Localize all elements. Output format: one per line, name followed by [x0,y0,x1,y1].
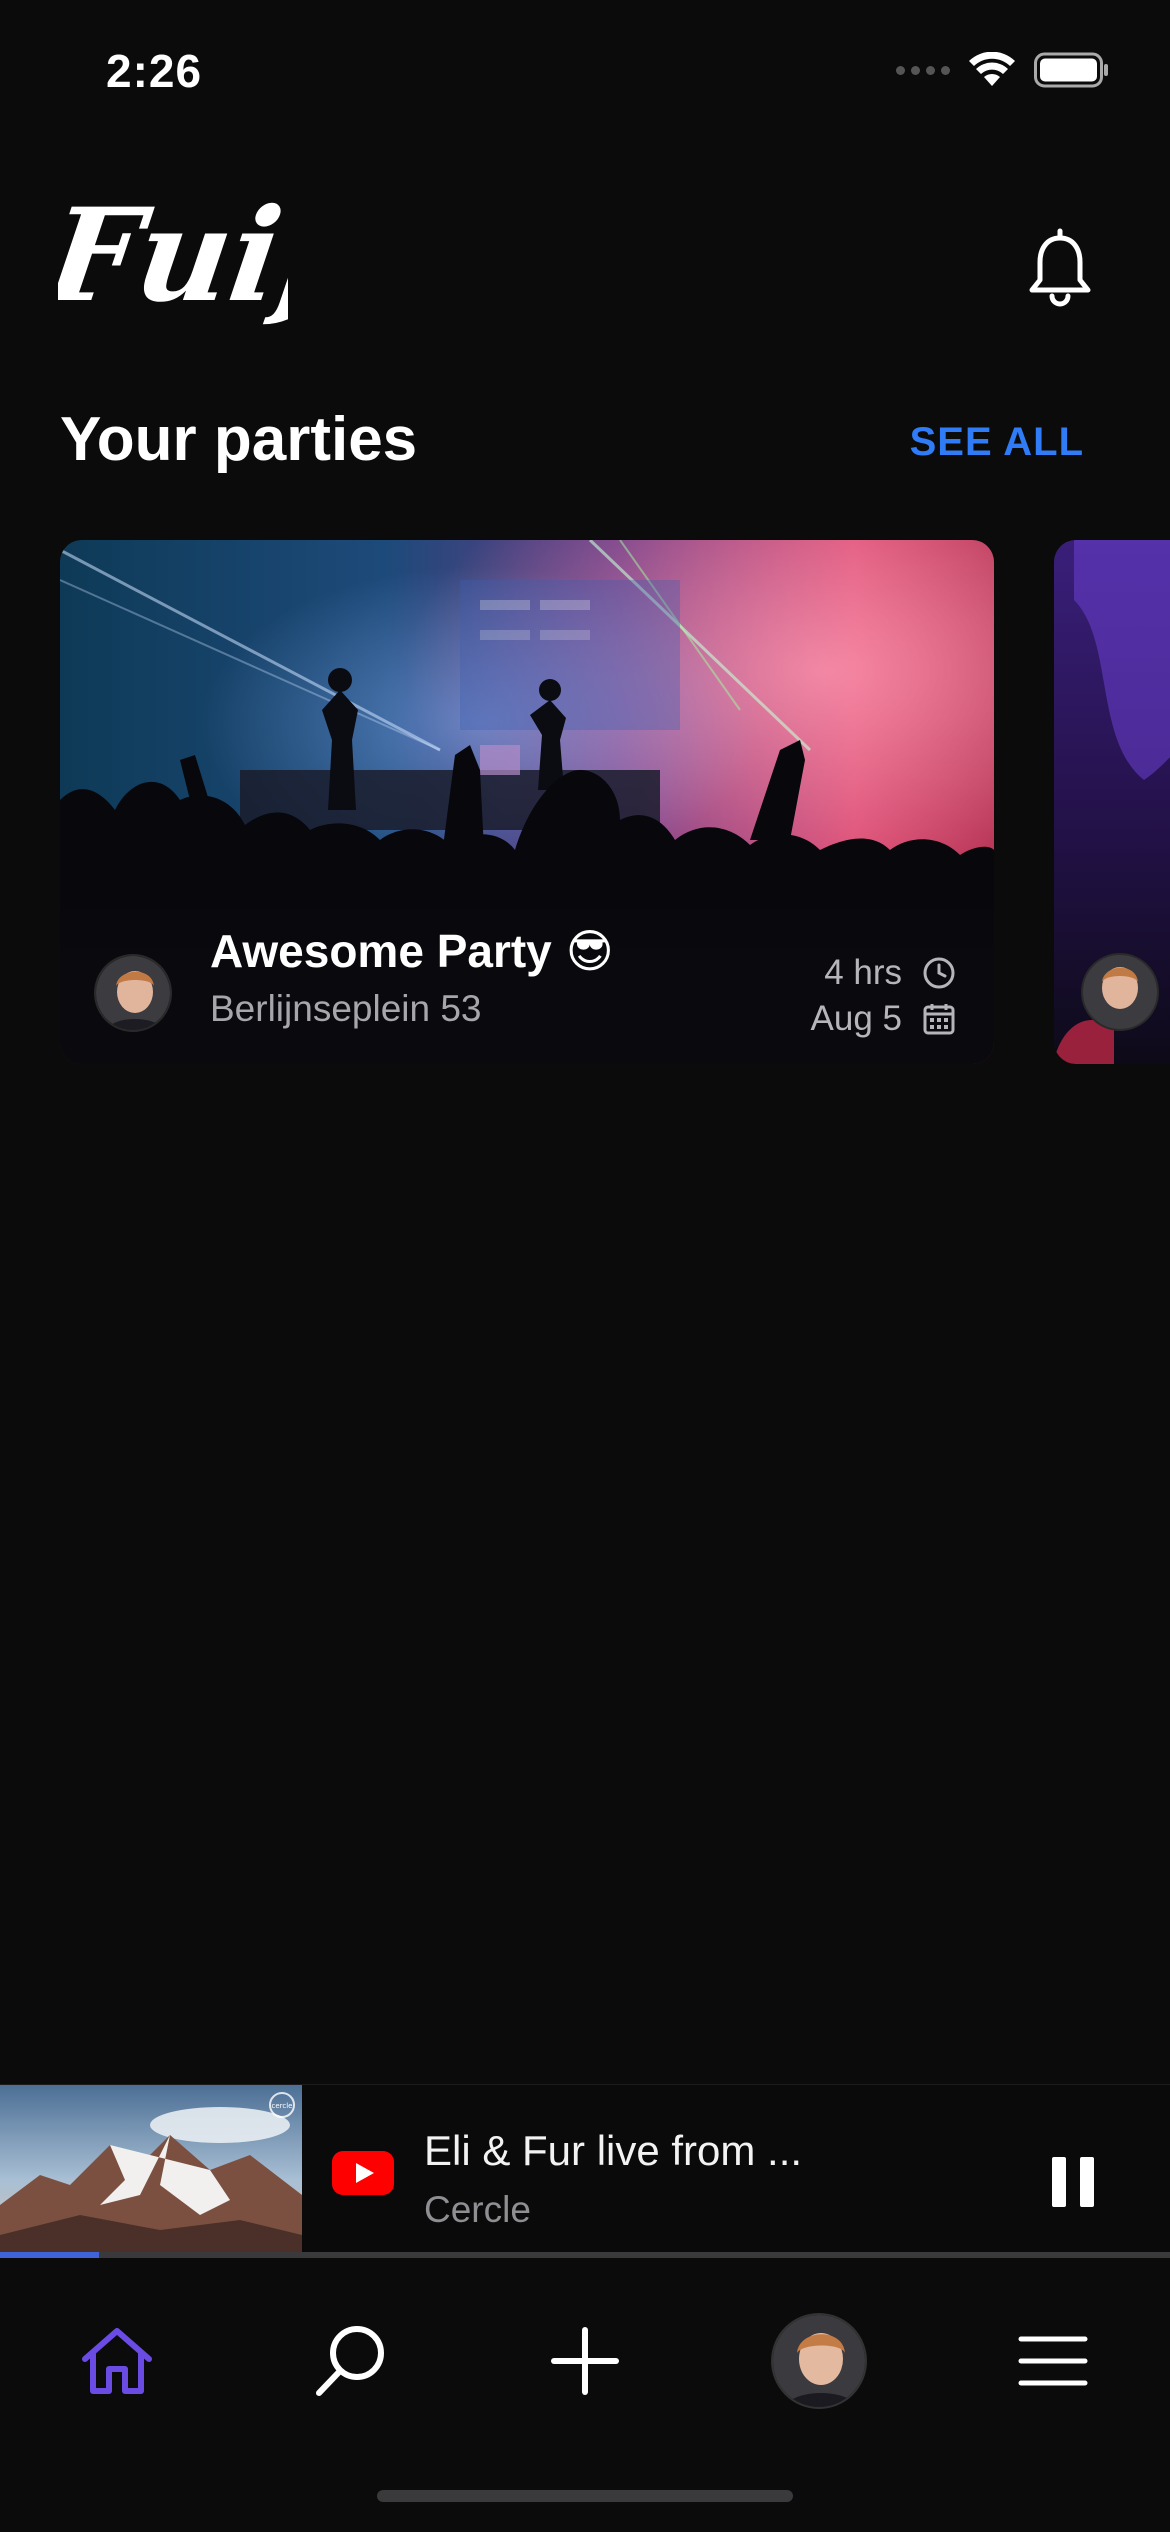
player-title: Eli & Fur live from ... [424,2127,803,2174]
tab-menu[interactable] [998,2306,1108,2416]
notifications-bell-icon[interactable] [1022,228,1098,308]
status-icons [896,52,1110,88]
cellular-signal-icon [896,65,950,75]
party-meta: 4 hrs Aug 5 [811,950,956,1042]
party-title: Awesome Party 😎 [210,924,614,978]
party-location: Berlijnseplein 53 [210,988,482,1029]
home-indicator [377,2490,793,2502]
player-progress-fill [0,2252,100,2258]
tab-create[interactable] [530,2306,640,2416]
cercle-badge-icon: cercle [269,2092,295,2118]
status-time: 2:26 [106,45,203,97]
calendar-icon [923,1004,955,1035]
host-avatar[interactable] [94,954,172,1032]
section-title: Your parties [60,405,418,474]
status-bar: 2:26 [0,0,1170,150]
mini-player[interactable]: cercle Eli & Fur live from ... Cercle [0,2084,1170,2257]
avatar [771,2313,867,2409]
party-card-next[interactable] [1054,540,1170,1064]
app-logo: Fuif [58,181,288,328]
party-date-row: Aug 5 [811,996,956,1042]
youtube-icon [332,2151,394,2195]
svg-text:Fuif: Fuif [58,181,288,328]
pause-button[interactable] [1036,2147,1110,2221]
svg-text:cercle: cercle [272,2102,293,2110]
player-progress-bar[interactable] [0,2252,1170,2258]
party-emoji: 😎 [565,924,614,978]
party-date: Aug 5 [810,999,902,1038]
tab-search[interactable] [296,2306,406,2416]
party-duration-row: 4 hrs [811,950,956,996]
wifi-icon [969,52,1015,86]
home-icon [82,2328,152,2394]
menu-icon [1018,2336,1088,2386]
player-thumbnail: cercle [0,2085,302,2257]
party-image-next [1054,540,1170,1064]
plus-icon [551,2327,619,2395]
tab-profile[interactable] [764,2306,874,2416]
party-title-text: Awesome Party [210,925,552,977]
see-all-link[interactable]: SEE ALL [910,420,1084,465]
party-duration: 4 hrs [824,953,902,992]
party-card[interactable]: Awesome Party 😎 Berlijnseplein 53 4 hrs … [60,540,994,1064]
tab-home[interactable] [62,2306,172,2416]
battery-icon [1034,52,1108,88]
player-subtitle: Cercle [424,2189,531,2230]
search-icon [316,2326,384,2396]
clock-icon [923,957,955,989]
